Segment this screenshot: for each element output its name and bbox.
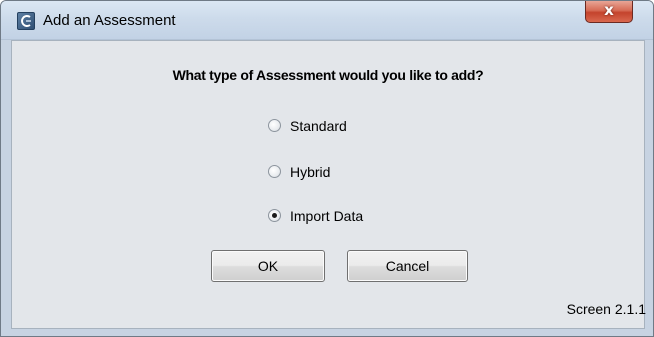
screen-id-label: Screen 2.1.1 — [566, 301, 646, 317]
radio-label-standard: Standard — [290, 118, 347, 134]
radio-standard[interactable] — [268, 119, 281, 132]
close-icon: x — [604, 1, 614, 19]
title-bar[interactable]: Add an Assessment x — [1, 1, 653, 40]
window-title: Add an Assessment — [43, 12, 176, 29]
radio-import-data[interactable] — [268, 209, 281, 222]
question-text: What type of Assessment would you like t… — [172, 67, 484, 83]
ok-button[interactable]: OK — [211, 250, 325, 282]
radio-hybrid[interactable] — [268, 165, 281, 178]
cancel-button[interactable]: Cancel — [347, 250, 468, 282]
dialog-body: What type of Assessment would you like t… — [11, 40, 646, 329]
radio-label-hybrid: Hybrid — [290, 164, 331, 180]
close-button[interactable]: x — [585, 1, 633, 23]
radio-label-import-data: Import Data — [290, 208, 364, 224]
app-logo-icon — [17, 12, 35, 30]
dialog-window: Add an Assessment x What type of Assessm… — [0, 0, 654, 337]
